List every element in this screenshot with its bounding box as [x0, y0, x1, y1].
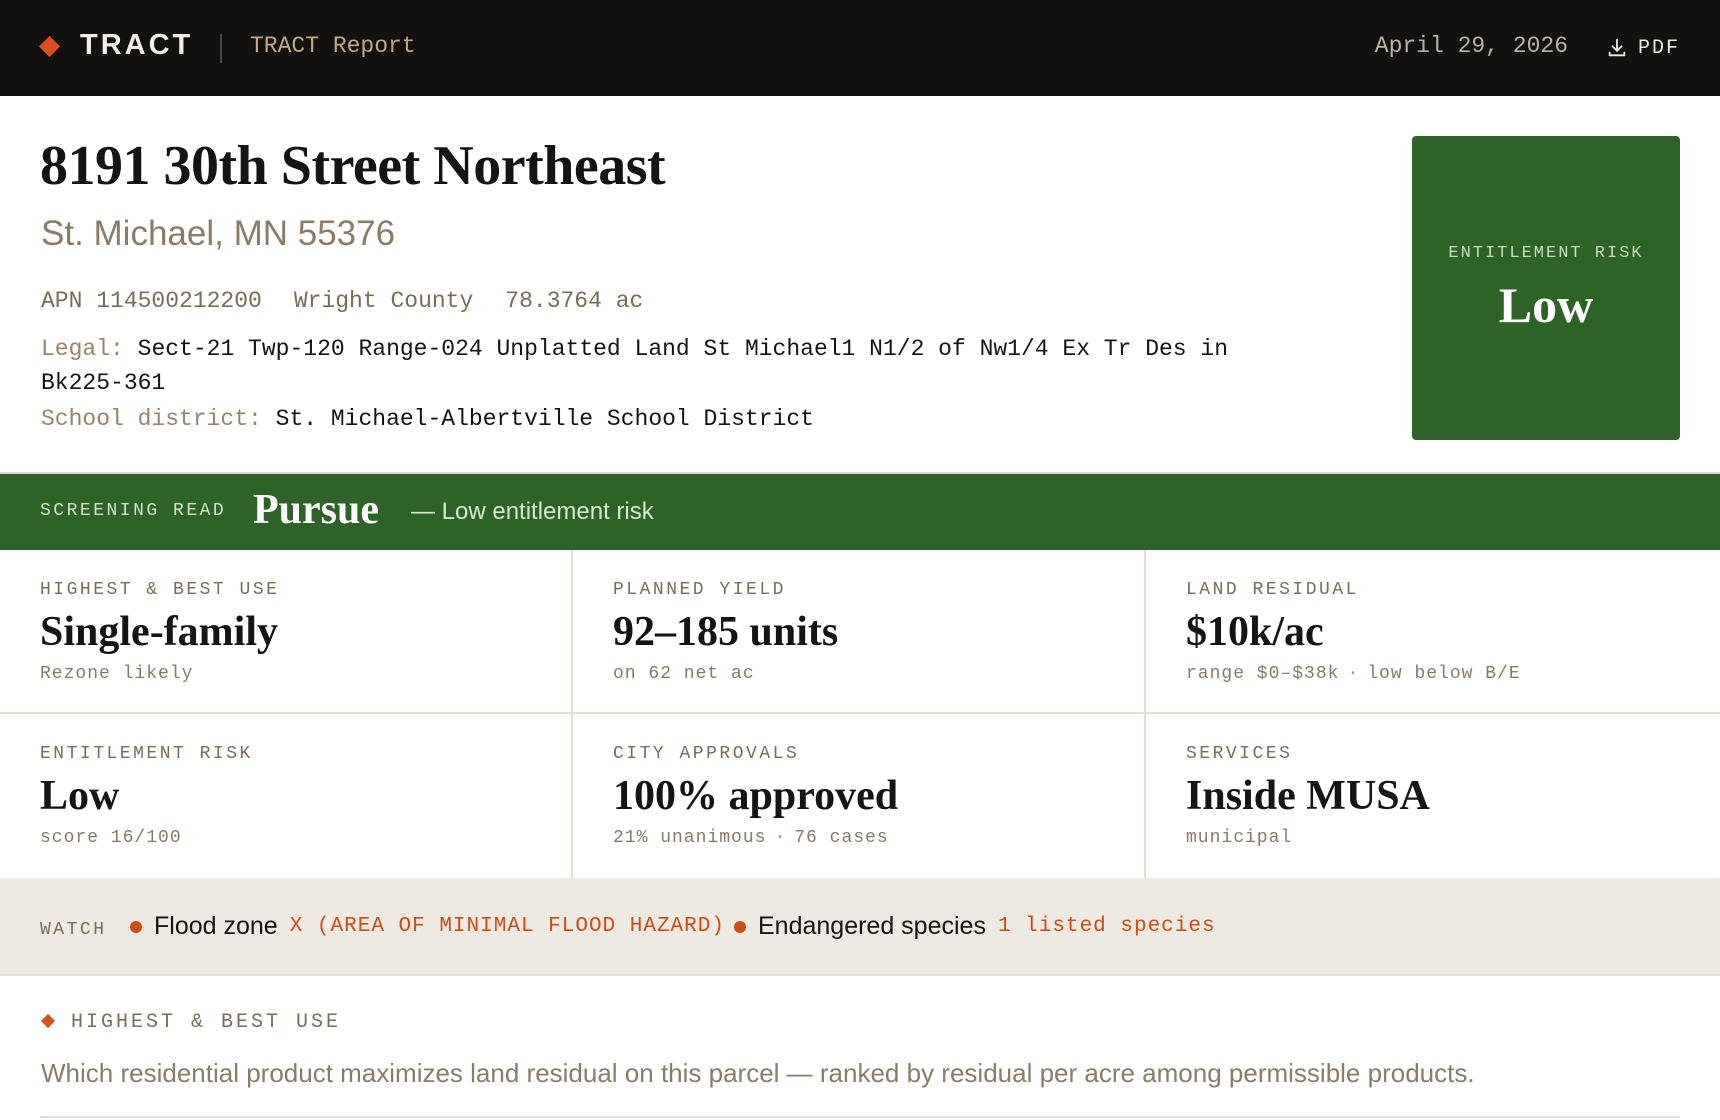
watch-item-detail: 1 listed species: [997, 915, 1216, 938]
school-district: School district: St. Michael-Albertville…: [41, 406, 814, 432]
school-label: School district:: [41, 406, 262, 432]
section-rule: [40, 1116, 1680, 1118]
screening-label: SCREENING READ: [40, 501, 227, 521]
metric-sub: municipal: [1186, 828, 1293, 848]
metric-value: 92–185 units: [613, 609, 839, 655]
metric-sub: 21% unanimous · 76 cases: [613, 828, 889, 848]
risk-card-label: ENTITLEMENT RISK: [1448, 244, 1644, 263]
section-title: HIGHEST & BEST USE: [71, 1011, 342, 1034]
legal-value: Sect-21 Twp-120 Range-024 Unplatted Land…: [41, 336, 1229, 396]
metric-sub: on 62 net ac: [613, 664, 755, 684]
metric-label: PLANNED YIELD: [613, 580, 786, 600]
report-date: April 29, 2026: [1374, 33, 1568, 59]
county: Wright County: [293, 288, 474, 314]
watch-item-detail: X (AREA OF MINIMAL FLOOD HAZARD): [289, 915, 725, 938]
acreage: 78.3764 ac: [505, 288, 644, 314]
entitlement-risk-card: ENTITLEMENT RISK Low: [1412, 136, 1680, 440]
metric-sub: score 16/100: [40, 828, 182, 848]
top-bar: TRACT TRACT Report April 29, 2026 PDF: [0, 0, 1720, 96]
metric-value: Inside MUSA: [1186, 773, 1430, 819]
screening-note: — Low entitlement risk: [411, 498, 654, 525]
city-line: St. Michael, MN 55376: [41, 214, 396, 253]
metric-value: $10k/ac: [1186, 609, 1324, 655]
metric-city-approvals: CITY APPROVALS 100% approved 21% unanimo…: [573, 714, 1146, 878]
metric-label: SERVICES: [1186, 744, 1293, 764]
metric-label: HIGHEST & BEST USE: [40, 580, 280, 600]
screening-read-band: SCREENING READ Pursue — Low entitlement …: [0, 474, 1720, 550]
logo[interactable]: TRACT: [80, 29, 193, 62]
property-address: 8191 30th Street Northeast: [40, 135, 666, 197]
risk-card-value: Low: [1498, 277, 1594, 333]
alert-dot-icon: [734, 920, 746, 933]
metric-services: SERVICES Inside MUSA municipal: [1146, 714, 1720, 878]
download-icon: [1608, 38, 1626, 57]
report-title: TRACT Report: [250, 33, 416, 59]
metric-sub: Rezone likely: [40, 664, 194, 684]
metric-value: Low: [40, 773, 120, 819]
metric-highest-best-use: HIGHEST & BEST USE Single-family Rezone …: [0, 550, 573, 714]
legal-description: Legal: Sect-21 Twp-120 Range-024 Unplatt…: [41, 332, 1291, 400]
metric-planned-yield: PLANNED YIELD 92–185 units on 62 net ac: [573, 550, 1146, 714]
screening-value: Pursue: [253, 487, 379, 533]
metric-value: 100% approved: [613, 773, 899, 819]
pdf-download-button[interactable]: PDF: [1606, 30, 1680, 66]
metric-entitlement-risk: ENTITLEMENT RISK Low score 16/100: [0, 714, 573, 878]
metric-land-residual: LAND RESIDUAL $10k/ac range $0–$38k · low …: [1146, 550, 1720, 714]
topbar-divider: [220, 34, 222, 63]
metric-sub: range $0–$38k · low below B/E: [1186, 664, 1521, 684]
watch-item-name: Endangered species: [758, 912, 986, 940]
alert-dot-icon: [130, 920, 142, 933]
metric-label: ENTITLEMENT RISK: [40, 744, 253, 764]
watch-item-endangered-species: Endangered species 1 listed species: [734, 912, 1216, 941]
metrics-grid: HIGHEST & BEST USE Single-family Rezone …: [0, 550, 1720, 878]
metric-value: Single-family: [40, 609, 278, 655]
logo-diamond-icon: [38, 35, 61, 58]
watch-band: WATCH Flood zone X (AREA OF MINIMAL FLOO…: [0, 878, 1720, 976]
parcel-meta: APN 114500212200 Wright County 78.3764 a…: [41, 288, 643, 314]
watch-item-flood-zone: Flood zone X (AREA OF MINIMAL FLOOD HAZA…: [130, 912, 725, 941]
metric-label: LAND RESIDUAL: [1186, 580, 1359, 600]
section-description: Which residential product maximizes land…: [41, 1058, 1475, 1088]
school-value: St. Michael-Albertville School District: [275, 406, 814, 432]
legal-label: Legal:: [41, 336, 124, 362]
watch-item-name: Flood zone: [154, 912, 278, 940]
pdf-label: PDF: [1637, 36, 1680, 60]
section-diamond-icon: [40, 1013, 56, 1029]
watch-label: WATCH: [40, 920, 107, 940]
apn: APN 114500212200: [41, 288, 262, 314]
metric-label: CITY APPROVALS: [613, 744, 800, 764]
